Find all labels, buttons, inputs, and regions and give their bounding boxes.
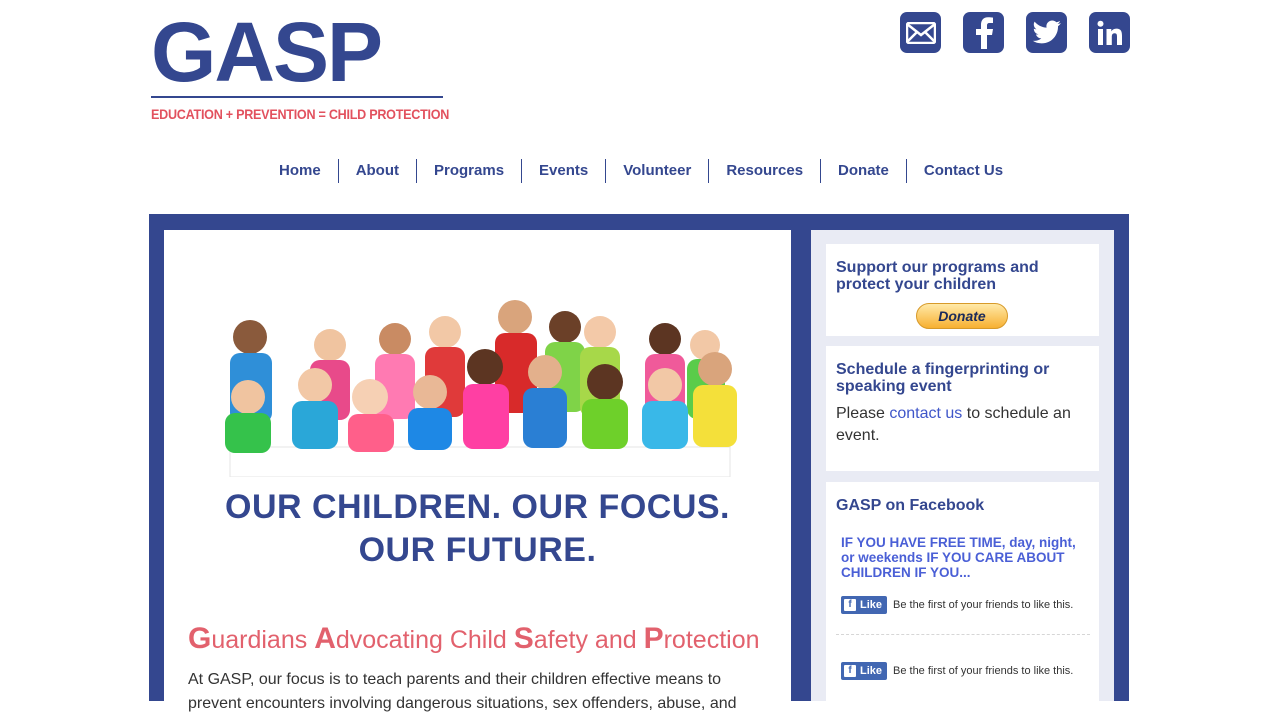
children-hero-image: [225, 300, 737, 477]
facebook-like-row: f Like Be the first of your friends to li…: [841, 596, 1073, 614]
schedule-title: Schedule a fingerprinting or speaking ev…: [836, 361, 1050, 395]
logo-wordmark: GASP: [151, 5, 383, 99]
slogan-line-1: OUR CHILDREN. OUR FOCUS.: [225, 488, 730, 526]
schedule-text: Please contact us to schedule an event.: [836, 403, 1086, 447]
headline-initial-g: G: [188, 622, 212, 655]
nav-donate[interactable]: Donate: [820, 159, 906, 183]
headline-part: dvocating Child: [335, 626, 514, 654]
facebook-like-button[interactable]: f Like: [841, 596, 887, 614]
headline-part: rotection: [663, 626, 760, 654]
intro-paragraph: At GASP, our focus is to teach parents a…: [188, 671, 737, 712]
nav-resources[interactable]: Resources: [708, 159, 820, 183]
nav-programs[interactable]: Programs: [416, 159, 521, 183]
social-links: [900, 12, 1130, 53]
twitter-icon[interactable]: [1026, 12, 1067, 53]
envelope-icon[interactable]: [900, 12, 941, 53]
headline-initial-a: A: [314, 622, 336, 655]
nav-events[interactable]: Events: [521, 159, 605, 183]
nav-about[interactable]: About: [337, 159, 416, 183]
facebook-icon: f: [844, 665, 856, 677]
like-label: Like: [860, 599, 883, 611]
headline-initial-p: P: [643, 622, 664, 655]
slogan-line-2: OUR FUTURE.: [358, 531, 597, 569]
nav-contact-us[interactable]: Contact Us: [905, 159, 1020, 183]
support-title: Support our programs and protect your ch…: [836, 259, 1039, 293]
nav-volunteer[interactable]: Volunteer: [605, 159, 708, 183]
page-headline: Guardians Advocating Child Safety and Pr…: [188, 622, 760, 656]
like-label: Like: [860, 665, 883, 677]
headline-part: afety and: [533, 626, 644, 654]
logo-tagline: EDUCATION + PREVENTION = CHILD PROTECTIO…: [151, 106, 450, 122]
post-divider: [836, 634, 1090, 635]
facebook-title: GASP on Facebook: [836, 497, 985, 514]
logo-divider: [151, 96, 443, 98]
contact-us-link[interactable]: contact us: [889, 405, 962, 422]
linkedin-icon[interactable]: [1089, 12, 1130, 53]
headline-part: uardians: [211, 626, 315, 654]
facebook-icon[interactable]: [963, 12, 1004, 53]
like-count-text: Be the first of your friends to like thi…: [893, 665, 1074, 677]
site-logo[interactable]: GASP EDUCATION + PREVENTION = CHILD PROT…: [151, 10, 451, 130]
paypal-donate-button[interactable]: Donate: [916, 303, 1008, 329]
like-count-text: Be the first of your friends to like thi…: [893, 599, 1074, 611]
schedule-text-pre: Please: [836, 405, 890, 422]
facebook-like-button[interactable]: f Like: [841, 662, 887, 680]
main-navigation: Home About Programs Events Volunteer Res…: [262, 159, 1020, 183]
nav-home[interactable]: Home: [262, 159, 338, 183]
facebook-icon: f: [844, 599, 856, 611]
headline-initial-s: S: [513, 622, 534, 655]
facebook-post-link[interactable]: IF YOU HAVE FREE TIME, day, night, or we…: [841, 535, 1091, 580]
facebook-like-row: f Like Be the first of your friends to li…: [841, 662, 1073, 680]
